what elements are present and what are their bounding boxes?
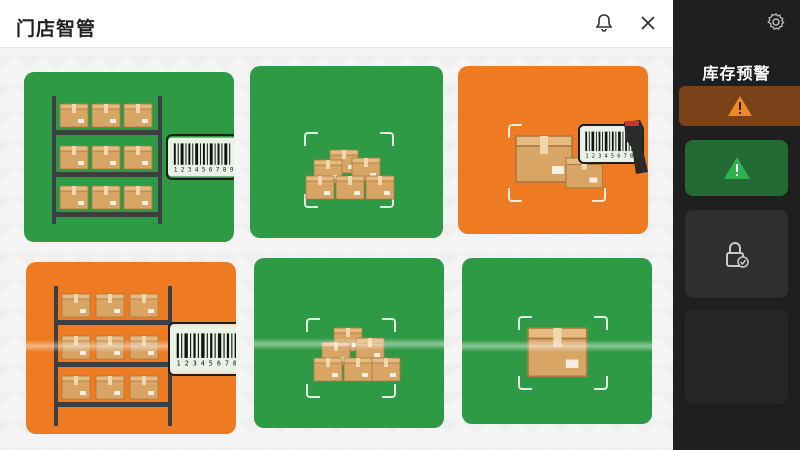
- tile-boxes-scan-1[interactable]: [250, 66, 443, 238]
- tile-shelf-barcode-2[interactable]: [26, 262, 236, 434]
- tile-box-scan[interactable]: [462, 258, 652, 424]
- lock-icon: [725, 242, 749, 268]
- sidebar-item-lock[interactable]: [685, 210, 788, 298]
- settings-gear-icon[interactable]: [762, 8, 790, 36]
- warning-icon: [727, 96, 752, 116]
- scan-line: [254, 338, 444, 350]
- boxes-illustration: [305, 149, 395, 200]
- scan-line: [462, 340, 652, 352]
- sidebar-title: 库存预警: [702, 64, 771, 83]
- bell-icon[interactable]: [590, 9, 618, 37]
- app-title: 门店智管: [16, 18, 97, 40]
- main-panel: 门店智管: [0, 0, 673, 450]
- tile-box-scanner[interactable]: [458, 66, 648, 234]
- sidebar-item-warning-orange[interactable]: [679, 86, 800, 126]
- inventory-alert-sidebar: 库存预警: [673, 0, 800, 450]
- sidebar-item-warning-green[interactable]: [685, 140, 788, 196]
- barcode-label: [168, 322, 236, 376]
- title-bar: 门店智管: [0, 0, 673, 48]
- tile-boxes-scan-2[interactable]: [254, 258, 444, 428]
- sidebar-item-empty: [685, 310, 788, 404]
- close-icon[interactable]: [634, 9, 662, 37]
- barcode-scanner-icon: [624, 120, 648, 174]
- barcode-label: [166, 134, 234, 180]
- warning-icon: [723, 157, 750, 179]
- tile-shelf-barcode-1[interactable]: [24, 72, 234, 242]
